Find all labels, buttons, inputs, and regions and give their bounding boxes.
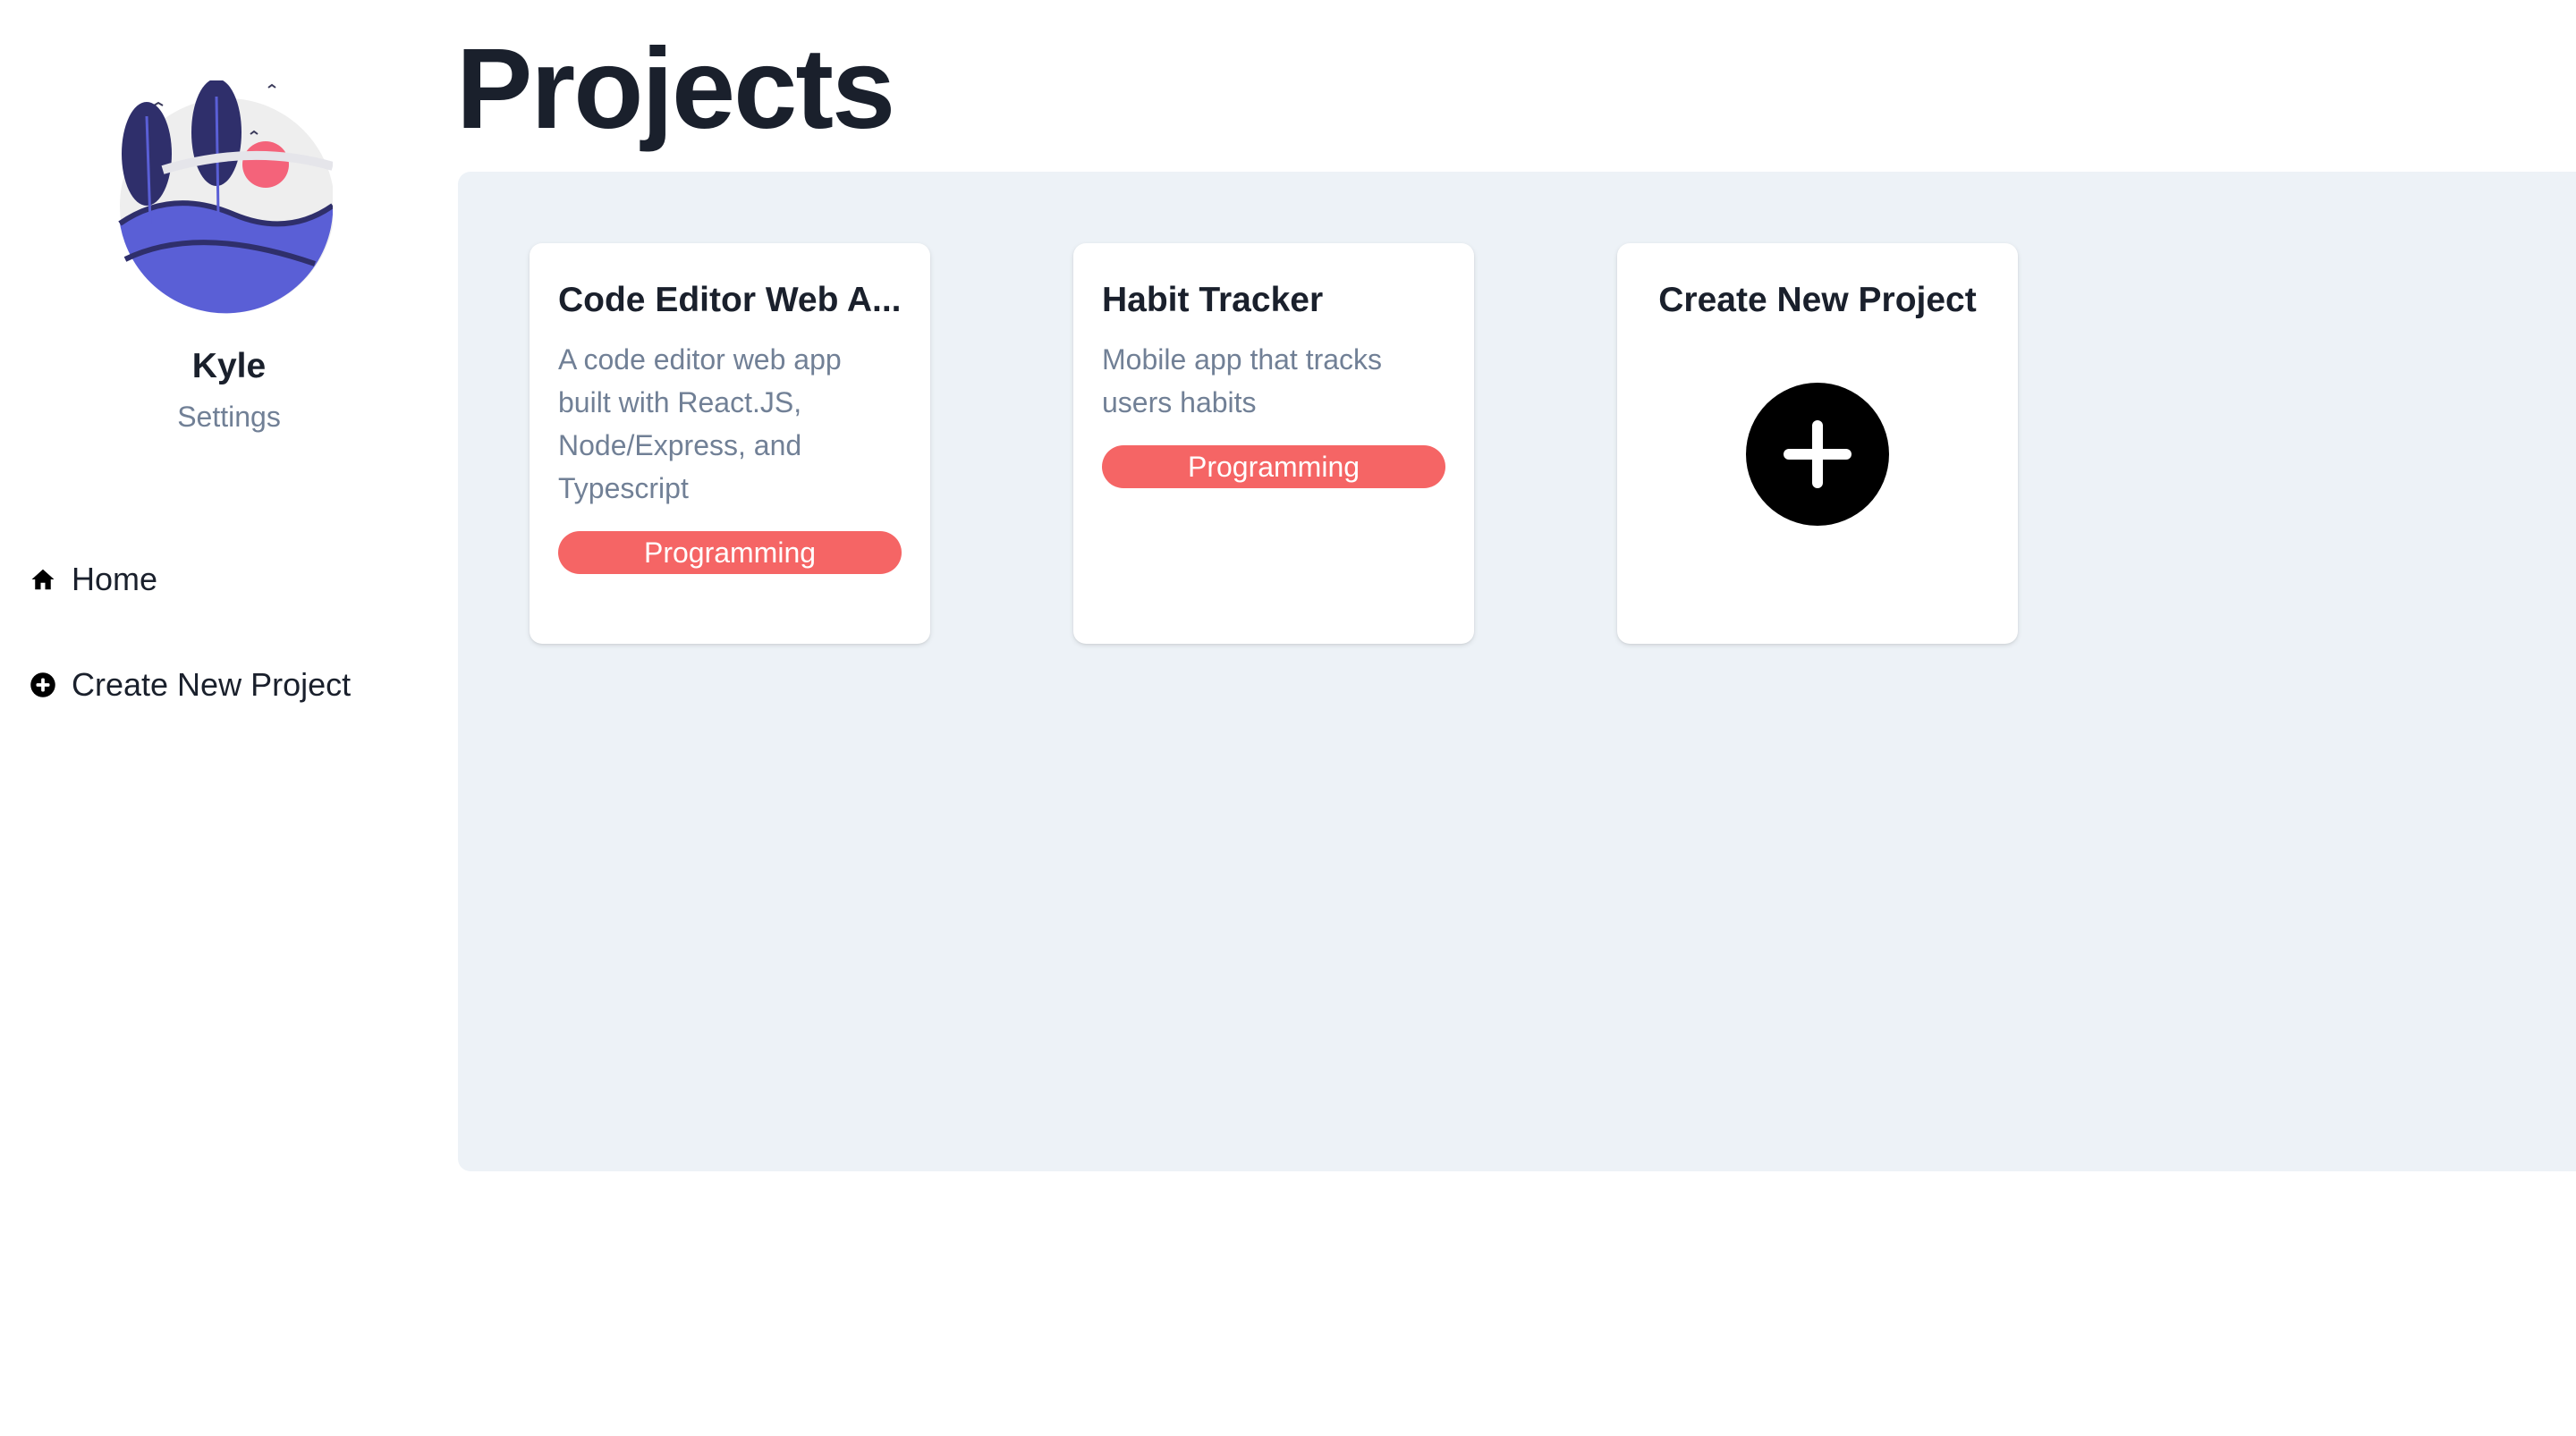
sidebar-item-create-new-project[interactable]: Create New Project bbox=[29, 660, 351, 710]
project-description: Mobile app that tracks users habits bbox=[1102, 343, 1383, 418]
project-card[interactable]: Code Editor Web A... A code editor web a… bbox=[530, 243, 930, 644]
plus-circle-icon[interactable] bbox=[1746, 383, 1889, 526]
sidebar: Kyle Settings Home Create New Project bbox=[0, 0, 458, 1436]
create-project-title: Create New Project bbox=[1658, 281, 1977, 319]
user-name: Kyle bbox=[191, 347, 267, 385]
sidebar-item-label: Home bbox=[72, 561, 158, 597]
avatar[interactable] bbox=[118, 80, 333, 315]
settings-link[interactable]: Settings bbox=[0, 401, 458, 434]
create-project-card[interactable]: Create New Project bbox=[1617, 243, 2018, 644]
plus-circle-icon bbox=[29, 671, 57, 699]
page-title: Projects bbox=[456, 25, 895, 153]
sidebar-item-home[interactable]: Home bbox=[29, 554, 157, 604]
project-description: A code editor web app built with React.J… bbox=[558, 343, 842, 504]
app-root: Kyle Settings Home Create New Project Pr… bbox=[0, 0, 2576, 1436]
project-card[interactable]: Habit Tracker Mobile app that tracks use… bbox=[1073, 243, 1474, 644]
project-title: Habit Tracker bbox=[1102, 281, 1324, 319]
projects-board: Code Editor Web A... A code editor web a… bbox=[458, 172, 2576, 1171]
sidebar-item-label: Create New Project bbox=[72, 666, 352, 703]
project-title: Code Editor Web A... bbox=[558, 281, 902, 319]
home-icon bbox=[29, 565, 57, 594]
project-tag: Programming bbox=[558, 531, 902, 574]
project-tag: Programming bbox=[1102, 445, 1445, 488]
